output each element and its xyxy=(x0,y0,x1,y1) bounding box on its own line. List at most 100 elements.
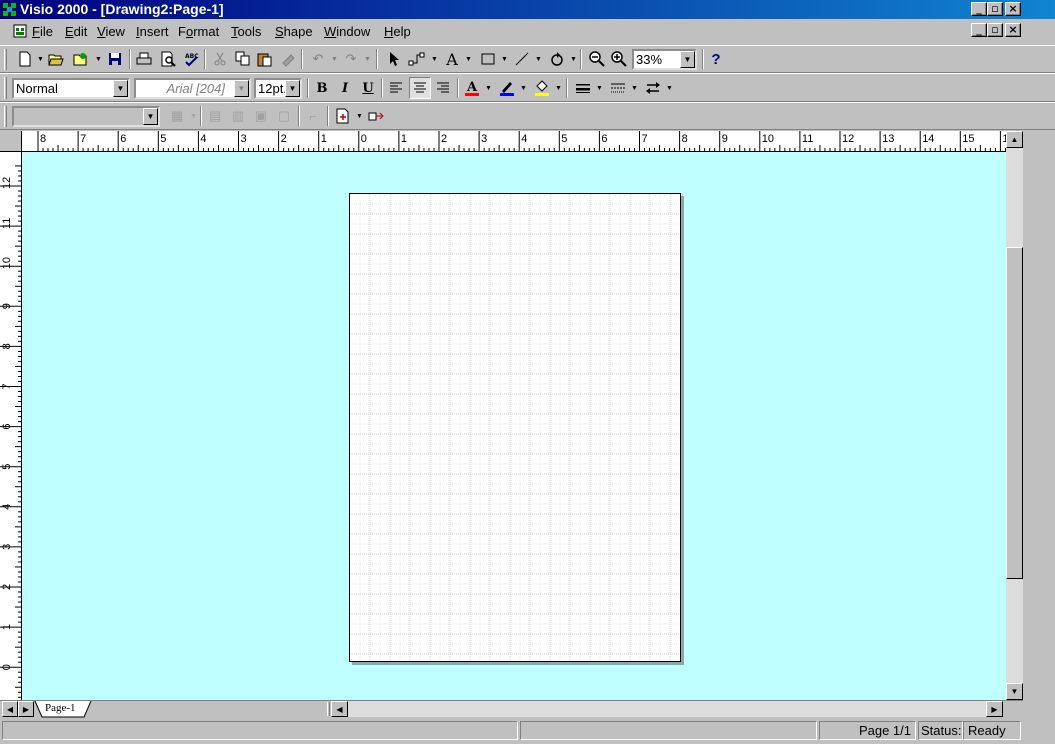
menu-tools[interactable]: Tools xyxy=(231,24,261,39)
italic-button[interactable]: I xyxy=(334,77,356,99)
menu-view[interactable]: View xyxy=(97,24,125,39)
undo-icon[interactable]: ↶ xyxy=(307,48,329,70)
fill-color-icon[interactable] xyxy=(531,77,553,99)
vertical-ruler[interactable]: 12 11 10 9 8 7 6 5 4 3 2 1 0 xyxy=(0,152,22,700)
layer-combo[interactable]: ▼ xyxy=(12,106,160,127)
cut-icon[interactable] xyxy=(209,48,231,70)
zoom-dropdown-icon[interactable]: ▼ xyxy=(680,51,695,68)
line-dropdown-icon[interactable]: ▼ xyxy=(535,56,542,63)
line-icon[interactable] xyxy=(511,48,533,70)
page-tab-label[interactable]: Page-1 xyxy=(45,702,76,714)
rotate-dropdown-icon[interactable]: ▼ xyxy=(570,56,577,63)
line-weight-icon[interactable] xyxy=(572,77,594,99)
line-weight-dropdown-icon[interactable]: ▼ xyxy=(596,85,603,92)
doc-close-button[interactable]: × xyxy=(1005,23,1021,37)
align-center-icon[interactable] xyxy=(409,77,431,99)
font-combo[interactable]: Arial [204] ▼ xyxy=(134,78,251,99)
menu-insert[interactable]: Insert xyxy=(136,24,169,39)
line-ends-icon[interactable] xyxy=(642,77,664,99)
connect-shapes-icon[interactable]: ⌐ xyxy=(302,105,324,127)
redo-icon[interactable]: ↷ xyxy=(340,48,362,70)
redo-dropdown-icon[interactable]: ▼ xyxy=(364,56,371,63)
send-back-icon[interactable]: ▢ xyxy=(273,105,295,127)
print-icon[interactable] xyxy=(133,48,155,70)
pointer-icon[interactable] xyxy=(383,48,405,70)
zoom-combo[interactable]: 33% ▼ xyxy=(632,49,697,70)
horizontal-ruler[interactable]: 87654321012345678910111213141516 xyxy=(22,131,1006,152)
undo-dropdown-icon[interactable]: ▼ xyxy=(331,56,338,63)
menu-edit[interactable]: Edit xyxy=(65,24,87,39)
spelling-icon[interactable]: ABC xyxy=(180,48,202,70)
menu-file[interactable]: File xyxy=(32,24,53,39)
rectangle-dropdown-icon[interactable]: ▼ xyxy=(501,56,508,63)
drawing-canvas[interactable] xyxy=(22,152,1006,700)
line-color-icon[interactable] xyxy=(496,77,518,99)
doc-restore-button[interactable]: ▫ xyxy=(987,23,1003,37)
tab-splitter[interactable] xyxy=(327,702,330,716)
layer-dropdown-icon[interactable]: ▼ xyxy=(143,108,158,125)
group-icon[interactable]: ▦ xyxy=(166,105,188,127)
open-icon[interactable] xyxy=(45,48,67,70)
ruler-corner[interactable] xyxy=(0,131,22,152)
line-ends-dropdown-icon[interactable]: ▼ xyxy=(666,85,673,92)
drawing-page[interactable] xyxy=(349,193,681,662)
text-dropdown-icon[interactable]: ▼ xyxy=(465,56,472,63)
scroll-down-icon[interactable]: ▼ xyxy=(1006,683,1023,700)
print-preview-icon[interactable] xyxy=(157,48,179,70)
doc-minimize-button[interactable]: _ xyxy=(971,23,987,37)
font-color-icon[interactable]: A xyxy=(461,77,483,99)
font-color-dropdown-icon[interactable]: ▼ xyxy=(485,85,492,92)
toolbar-grip[interactable] xyxy=(4,106,7,127)
vertical-scrollbar[interactable]: ▲ ▼ xyxy=(1006,131,1023,700)
menu-help[interactable]: Help xyxy=(384,24,411,39)
insert-page-dropdown-icon[interactable]: ▼ xyxy=(356,113,363,120)
paste-icon[interactable] xyxy=(254,48,276,70)
line-color-dropdown-icon[interactable]: ▼ xyxy=(520,85,527,92)
zoom-in-icon[interactable] xyxy=(608,48,630,70)
align-right-icon[interactable] xyxy=(432,77,454,99)
toolbar-grip[interactable] xyxy=(4,77,7,99)
fill-color-dropdown-icon[interactable]: ▼ xyxy=(555,85,562,92)
zoom-out-icon[interactable] xyxy=(586,48,608,70)
scroll-up-icon[interactable]: ▲ xyxy=(1006,131,1023,148)
size-dropdown-icon[interactable]: ▼ xyxy=(285,80,300,97)
align-left-icon[interactable] xyxy=(385,77,407,99)
line-pattern-dropdown-icon[interactable]: ▼ xyxy=(631,85,638,92)
align-shapes-icon[interactable]: ▤ xyxy=(204,105,226,127)
rectangle-icon[interactable] xyxy=(477,48,499,70)
copy-icon[interactable] xyxy=(232,48,254,70)
font-dropdown-icon[interactable]: ▼ xyxy=(234,80,249,97)
new-icon[interactable] xyxy=(14,48,36,70)
format-painter-icon[interactable] xyxy=(278,48,300,70)
distribute-icon[interactable]: ▥ xyxy=(227,105,249,127)
toolbar-grip[interactable] xyxy=(4,49,7,70)
stencil-icon[interactable] xyxy=(70,48,92,70)
scroll-right-icon[interactable]: ▶ xyxy=(986,701,1003,717)
minimize-button[interactable]: _ xyxy=(971,2,987,16)
help-icon[interactable]: ? xyxy=(705,48,727,70)
new-dropdown-icon[interactable]: ▼ xyxy=(37,56,44,63)
menu-format[interactable]: Format xyxy=(178,24,219,39)
connector-icon[interactable] xyxy=(406,48,428,70)
scroll-left-icon[interactable]: ◀ xyxy=(331,701,348,717)
horizontal-scroll-track[interactable] xyxy=(348,701,986,717)
action-icon[interactable] xyxy=(365,105,387,127)
close-button[interactable]: × xyxy=(1005,2,1021,16)
text-tool-icon[interactable]: A xyxy=(441,48,463,70)
insert-page-icon[interactable] xyxy=(332,105,354,127)
bold-button[interactable]: B xyxy=(311,77,333,99)
line-pattern-icon[interactable] xyxy=(607,77,629,99)
style-dropdown-icon[interactable]: ▼ xyxy=(113,80,128,97)
restore-button[interactable]: ▫ xyxy=(987,2,1003,16)
stencil-dropdown-icon[interactable]: ▼ xyxy=(95,56,102,63)
first-page-icon[interactable]: ◀ xyxy=(2,701,18,717)
underline-button[interactable]: U xyxy=(357,77,379,99)
bring-front-icon[interactable]: ▣ xyxy=(250,105,272,127)
save-icon[interactable] xyxy=(104,48,126,70)
style-combo[interactable]: Normal ▼ xyxy=(12,78,130,99)
rotate-icon[interactable] xyxy=(546,48,568,70)
last-page-icon[interactable]: ▶ xyxy=(18,701,34,717)
vertical-scroll-thumb[interactable] xyxy=(1006,247,1023,579)
connector-dropdown-icon[interactable]: ▼ xyxy=(431,56,438,63)
menu-window[interactable]: Window xyxy=(324,24,370,39)
